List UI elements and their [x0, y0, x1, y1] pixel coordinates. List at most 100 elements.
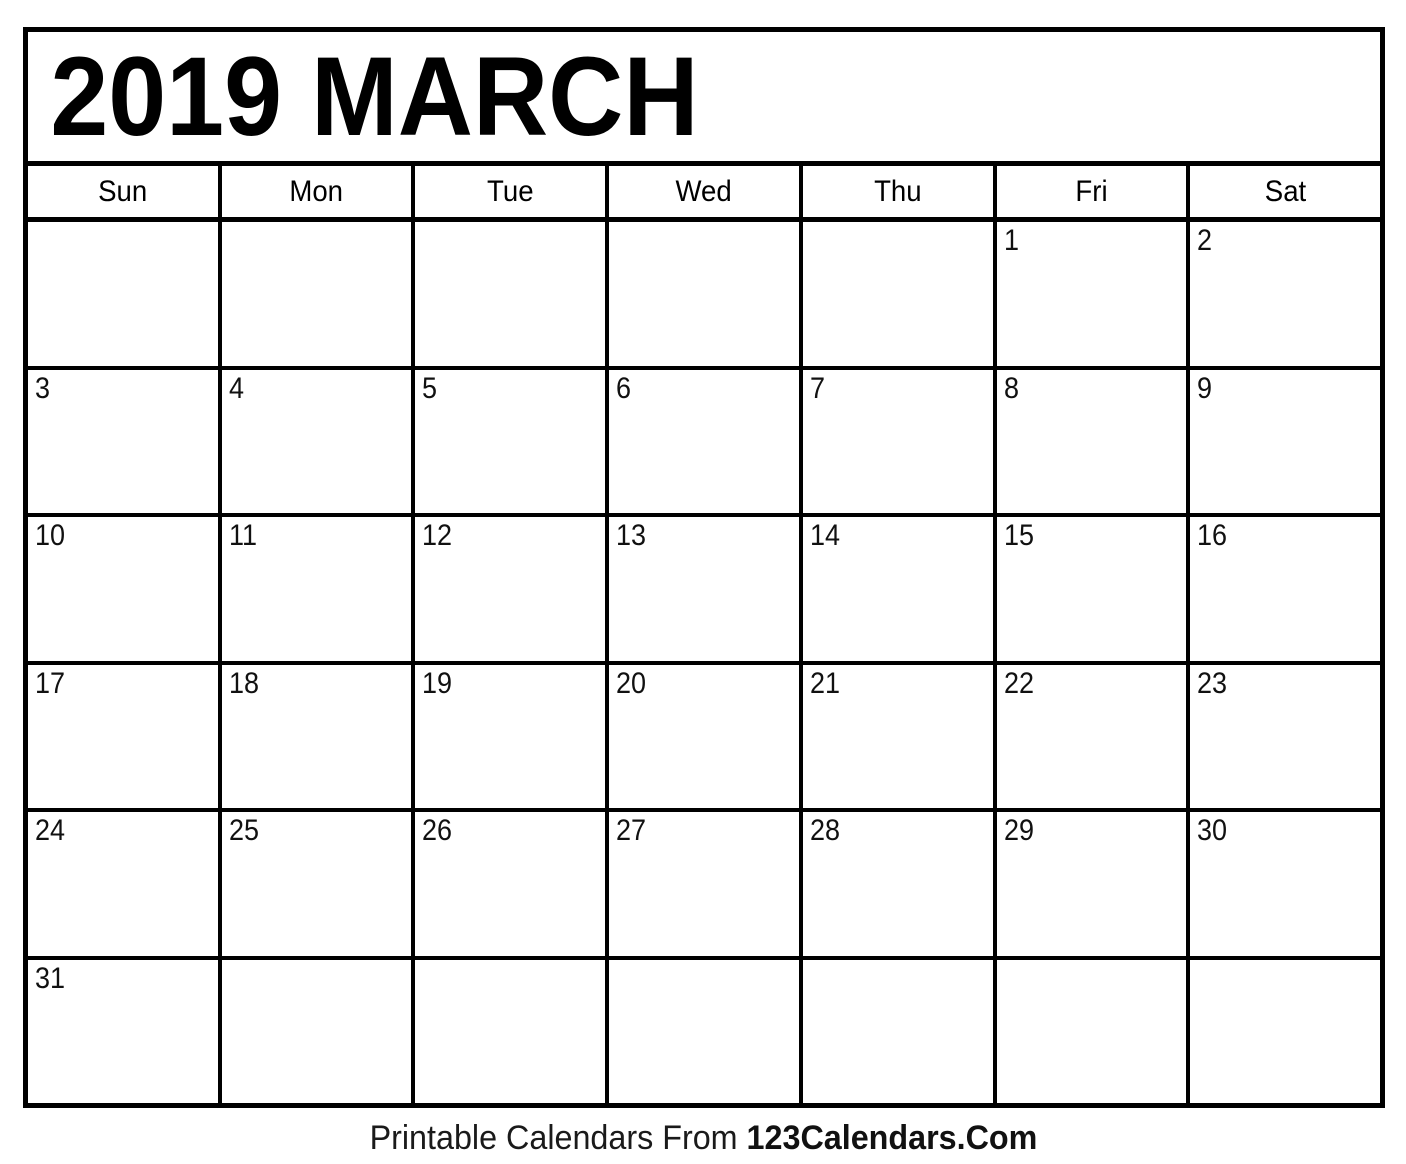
weekday-header-label: Thu: [873, 174, 922, 208]
day-cell[interactable]: 7: [803, 369, 997, 513]
day-cell[interactable]: 31: [28, 959, 222, 1103]
weekday-header-sun: Sun: [28, 166, 222, 217]
day-cell[interactable]: 17: [28, 664, 222, 808]
day-cell[interactable]: 2: [1190, 222, 1380, 366]
day-cell-empty[interactable]: [222, 222, 416, 366]
day-cell-empty[interactable]: [415, 959, 610, 1103]
day-cell[interactable]: 15: [997, 517, 1191, 661]
day-number: 20: [616, 666, 647, 700]
weekday-header-label: Sun: [98, 174, 148, 208]
day-number: 11: [228, 519, 257, 552]
day-cell-empty[interactable]: [609, 959, 803, 1103]
weekday-header-row: Sun Mon Tue Wed Thu Fri Sat: [28, 166, 1380, 222]
day-number: 25: [228, 814, 259, 847]
day-number: 1: [1003, 224, 1019, 257]
day-cell-empty[interactable]: [997, 959, 1191, 1103]
day-cell[interactable]: 28: [803, 812, 997, 956]
weekday-header-thu: Thu: [803, 166, 997, 217]
week-row: 24 25 26 27 28 29 30: [28, 812, 1380, 960]
day-number: 16: [1197, 519, 1228, 552]
day-number: 17: [35, 666, 66, 700]
page-title: 2019 MARCH: [50, 33, 699, 159]
day-cell[interactable]: 19: [415, 664, 610, 808]
day-cell[interactable]: 11: [222, 517, 416, 661]
day-cell[interactable]: 27: [609, 812, 803, 956]
calendar-grid: 2019 MARCH Sun Mon Tue Wed Thu Fri Sat 1234567…: [23, 27, 1385, 1108]
footer-brand-link[interactable]: 123Calendars.Com: [746, 1119, 1037, 1157]
day-cell[interactable]: 13: [609, 517, 803, 661]
day-number: 19: [422, 666, 453, 700]
week-row: 17 18 19 20 21 22 23: [28, 664, 1380, 812]
day-number: 26: [422, 814, 453, 847]
day-cell[interactable]: 10: [28, 517, 222, 661]
day-number: 29: [1003, 814, 1034, 847]
day-number: 9: [1197, 371, 1213, 405]
day-number: 23: [1197, 666, 1228, 700]
day-number: 13: [616, 519, 647, 552]
weekday-header-label: Sat: [1264, 174, 1306, 208]
day-number: 15: [1003, 519, 1034, 552]
day-cell[interactable]: 16: [1190, 517, 1380, 661]
week-row: 10 11 12 13 14 15 16: [28, 517, 1380, 665]
day-number: 21: [809, 666, 840, 700]
day-number: 2: [1197, 224, 1213, 257]
week-row: 31: [28, 959, 1380, 1104]
day-cell[interactable]: 9: [1190, 370, 1380, 514]
day-cell[interactable]: 4: [222, 369, 416, 513]
calendar-title-band: 2019 MARCH: [28, 32, 1380, 166]
day-cell[interactable]: 25: [222, 812, 416, 956]
day-cell[interactable]: 21: [803, 664, 997, 808]
day-number: 12: [422, 519, 453, 552]
weekday-header-wed: Wed: [609, 166, 803, 217]
day-number: 18: [228, 666, 259, 700]
day-cell-empty[interactable]: [1190, 960, 1380, 1104]
day-cell[interactable]: 30: [1190, 812, 1380, 956]
day-cell[interactable]: 5: [415, 369, 610, 513]
day-number: 22: [1003, 666, 1034, 700]
day-cell[interactable]: 14: [803, 517, 997, 661]
day-cell-empty[interactable]: [222, 959, 416, 1103]
footer: Printable Calendars From 123Calendars.Co…: [0, 1112, 1406, 1164]
day-cell[interactable]: 29: [997, 812, 1191, 956]
day-cell[interactable]: 24: [28, 812, 222, 956]
day-number: 3: [35, 371, 51, 405]
week-row: 3 4 5 6 7 8 9: [28, 369, 1380, 517]
weekday-header-label: Mon: [289, 174, 344, 208]
day-cell-empty[interactable]: [609, 222, 803, 366]
day-cell[interactable]: 26: [415, 812, 610, 956]
day-cell[interactable]: 18: [222, 664, 416, 808]
weekday-header-mon: Mon: [222, 166, 416, 217]
weekday-header-tue: Tue: [415, 166, 610, 217]
day-cell[interactable]: 23: [1190, 665, 1380, 809]
day-cell[interactable]: 6: [609, 369, 803, 513]
day-number: 14: [809, 519, 840, 552]
day-cell-empty[interactable]: [415, 222, 610, 366]
day-cell[interactable]: 8: [997, 369, 1191, 513]
footer-credit-text: Printable Calendars From 123Calendars.Co…: [369, 1121, 1037, 1155]
weekday-header-label: Fri: [1075, 174, 1108, 208]
day-cell-empty[interactable]: [803, 222, 997, 366]
day-cell[interactable]: 22: [997, 664, 1191, 808]
day-number: 6: [616, 371, 632, 405]
day-cell[interactable]: 3: [28, 369, 222, 513]
day-cell[interactable]: 1: [997, 222, 1191, 366]
weekday-header-sat: Sat: [1190, 166, 1380, 217]
weekday-header-label: Wed: [675, 174, 733, 208]
day-cell-empty[interactable]: [28, 222, 222, 366]
day-number: 7: [809, 371, 825, 405]
day-number: 4: [228, 371, 244, 405]
weekday-header-fri: Fri: [997, 166, 1191, 217]
week-row: 12: [28, 222, 1380, 370]
weekday-header-label: Tue: [487, 174, 534, 208]
day-cell[interactable]: 12: [415, 517, 610, 661]
day-cell[interactable]: 20: [609, 664, 803, 808]
day-number: 8: [1003, 371, 1019, 405]
footer-prefix: Printable Calendars From: [369, 1119, 747, 1157]
day-number: 24: [35, 814, 66, 847]
day-number: 30: [1197, 814, 1228, 847]
day-number: 31: [35, 961, 66, 995]
day-number: 27: [616, 814, 647, 847]
calendar-page: 2019 MARCH Sun Mon Tue Wed Thu Fri Sat 1234567…: [0, 0, 1406, 1164]
day-number: 5: [422, 371, 438, 405]
day-cell-empty[interactable]: [803, 959, 997, 1103]
